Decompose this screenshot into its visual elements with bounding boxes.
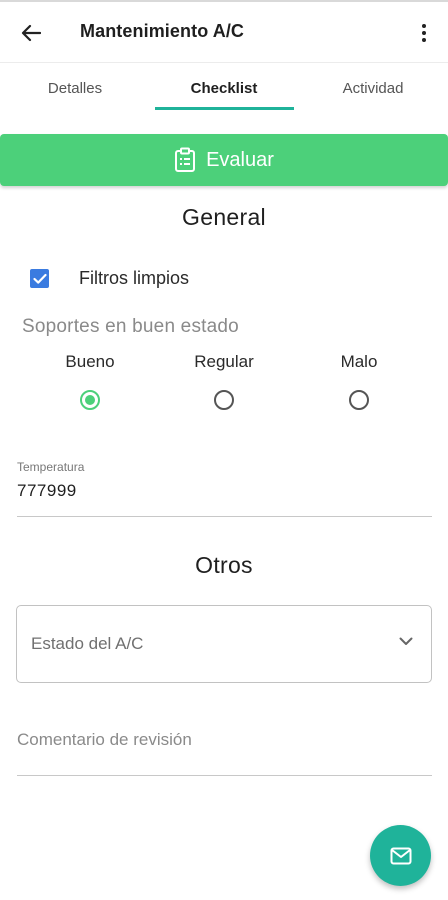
radio-button[interactable] bbox=[349, 390, 369, 410]
radio-label: Bueno bbox=[65, 352, 115, 371]
arrow-left-icon bbox=[21, 24, 41, 42]
tab-bar: Detalles Checklist Actividad bbox=[0, 62, 448, 112]
radio-question-label: Soportes en buen estado bbox=[22, 316, 239, 337]
tab-detalles[interactable]: Detalles bbox=[0, 63, 150, 113]
mail-fab-button[interactable] bbox=[370, 825, 431, 886]
radio-dot bbox=[85, 395, 95, 405]
radio-button[interactable] bbox=[214, 390, 234, 410]
comment-underline bbox=[17, 775, 432, 776]
select-placeholder: Estado del A/C bbox=[31, 634, 144, 653]
more-vertical-icon-dot bbox=[422, 31, 426, 35]
clipboard-icon bbox=[174, 147, 196, 173]
temperature-underline bbox=[17, 516, 432, 517]
mail-icon bbox=[390, 847, 412, 865]
radio-option-bueno[interactable]: Bueno bbox=[30, 352, 150, 410]
more-options-button[interactable] bbox=[412, 16, 436, 50]
checkbox-checked-icon[interactable] bbox=[30, 269, 49, 288]
temperature-input[interactable]: 777999 bbox=[17, 481, 77, 501]
temperature-label: Temperatura bbox=[17, 460, 85, 474]
radio-button-selected[interactable] bbox=[80, 390, 100, 410]
radio-label: Regular bbox=[194, 352, 254, 371]
more-vertical-icon-dot bbox=[422, 38, 426, 42]
evaluate-button-label: Evaluar bbox=[206, 148, 274, 171]
page-title: Mantenimiento A/C bbox=[80, 21, 245, 41]
more-vertical-icon bbox=[422, 24, 426, 28]
app-bar: Mantenimiento A/C bbox=[0, 0, 448, 62]
section-title-general: General bbox=[182, 204, 266, 230]
tab-actividad[interactable]: Actividad bbox=[298, 63, 448, 113]
radio-option-regular[interactable]: Regular bbox=[164, 352, 284, 410]
comment-input[interactable]: Comentario de revisión bbox=[17, 730, 432, 760]
back-button[interactable] bbox=[14, 16, 48, 50]
radio-option-malo[interactable]: Malo bbox=[299, 352, 419, 410]
evaluate-button[interactable]: Evaluar bbox=[0, 134, 448, 186]
checklist-screen: Mantenimiento A/C Detalles Checklist Act… bbox=[0, 0, 448, 900]
checkbox-filtros-limpios[interactable]: Filtros limpios bbox=[30, 268, 189, 289]
tab-checklist[interactable]: Checklist bbox=[150, 63, 298, 113]
estado-select[interactable]: Estado del A/C bbox=[16, 605, 432, 683]
checkbox-label: Filtros limpios bbox=[79, 268, 190, 288]
section-title-otros: Otros bbox=[195, 552, 253, 578]
active-tab-indicator bbox=[155, 107, 294, 110]
chevron-down-icon bbox=[399, 637, 413, 646]
radio-label: Malo bbox=[340, 352, 378, 371]
